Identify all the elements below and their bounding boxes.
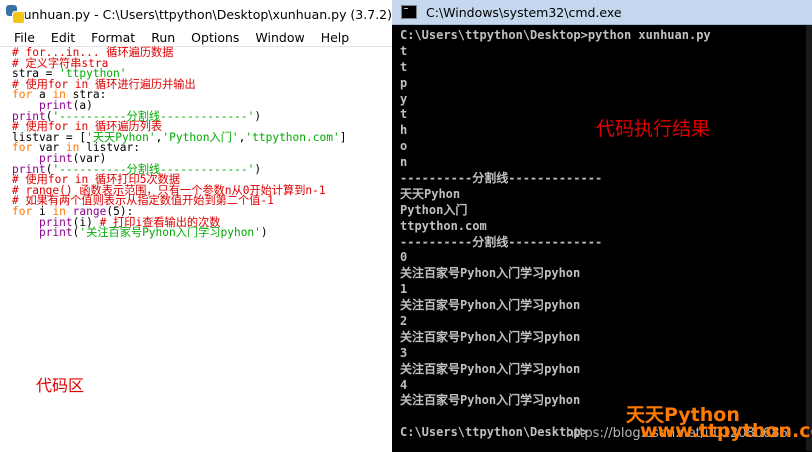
- code-token: ]: [339, 130, 347, 144]
- console-line: 关注百家号Pyhon入门学习pyhon: [400, 298, 581, 313]
- console-line: 关注百家号Pyhon入门学习pyhon: [400, 266, 581, 281]
- console-scrollbar[interactable]: [806, 25, 812, 451]
- site-watermark: www.ttpython.com: [640, 420, 812, 442]
- console-line: Python入门: [400, 202, 468, 217]
- code-token: ): [254, 109, 262, 123]
- console-line: t: [400, 59, 408, 74]
- idle-title-bar[interactable]: xunhuan.py - C:\Users\ttpython\Desktop\x…: [0, 0, 392, 28]
- cmd-window: C:\Windows\system32\cmd.exe C:\Users\ttp…: [392, 0, 812, 452]
- console-line: y: [400, 91, 408, 106]
- console-line: ttpython.com: [400, 218, 487, 233]
- console-line: 关注百家号Pyhon入门学习pyhon: [400, 329, 581, 344]
- cmd-window-title: C:\Windows\system32\cmd.exe: [426, 4, 622, 20]
- menu-format[interactable]: Format: [80, 30, 140, 45]
- console-line: o: [400, 139, 408, 154]
- idle-menu-bar: File Edit Format Run Options Window Help: [0, 28, 392, 47]
- menu-window[interactable]: Window: [244, 30, 309, 45]
- console-line: t: [400, 43, 408, 58]
- console-line: 4: [400, 377, 408, 392]
- console-line: 关注百家号Pyhon入门学习pyhon: [400, 361, 581, 376]
- code-token: '关注百家号Pyhon入门学习pyhon': [79, 226, 261, 240]
- console-line: C:\Users\ttpython\Desktop>python xunhuan…: [400, 28, 711, 42]
- idle-window-title: xunhuan.py - C:\Users\ttpython\Desktop\x…: [16, 6, 392, 22]
- code-token: 'Python入门': [162, 130, 239, 144]
- cmd-title-bar[interactable]: C:\Windows\system32\cmd.exe: [392, 0, 812, 25]
- menu-run[interactable]: Run: [140, 30, 180, 45]
- console-line: p: [400, 75, 408, 90]
- console-line: 3: [400, 345, 408, 360]
- console-line: 1: [400, 282, 408, 297]
- code-token: ): [260, 226, 268, 240]
- console-output[interactable]: C:\Users\ttpython\Desktop>python xunhuan…: [400, 28, 810, 448]
- console-line: 关注百家号Pyhon入门学习pyhon: [400, 393, 581, 408]
- menu-edit[interactable]: Edit: [40, 30, 80, 45]
- menu-options[interactable]: Options: [180, 30, 244, 45]
- console-line: 天天Pyhon: [400, 186, 461, 201]
- console-line: ----------分割线-------------: [400, 171, 603, 186]
- code-token: print: [38, 226, 73, 240]
- python-icon: [6, 5, 25, 24]
- code-token: 'ttpython.com': [245, 130, 340, 144]
- code-line: print('关注百家号Pyhon入门学习pyhon'): [0, 226, 392, 240]
- console-line: ----------分割线-------------: [400, 234, 603, 249]
- result-label: 代码执行结果: [596, 118, 711, 140]
- code-area-label: 代码区: [36, 376, 85, 395]
- menu-file[interactable]: File: [0, 30, 40, 45]
- code-token: ): [254, 162, 262, 176]
- menu-help[interactable]: Help: [310, 30, 355, 45]
- console-line: n: [400, 155, 408, 170]
- console-line: 0: [400, 250, 408, 265]
- console-line: 2: [400, 314, 408, 329]
- cmd-icon: [401, 5, 417, 19]
